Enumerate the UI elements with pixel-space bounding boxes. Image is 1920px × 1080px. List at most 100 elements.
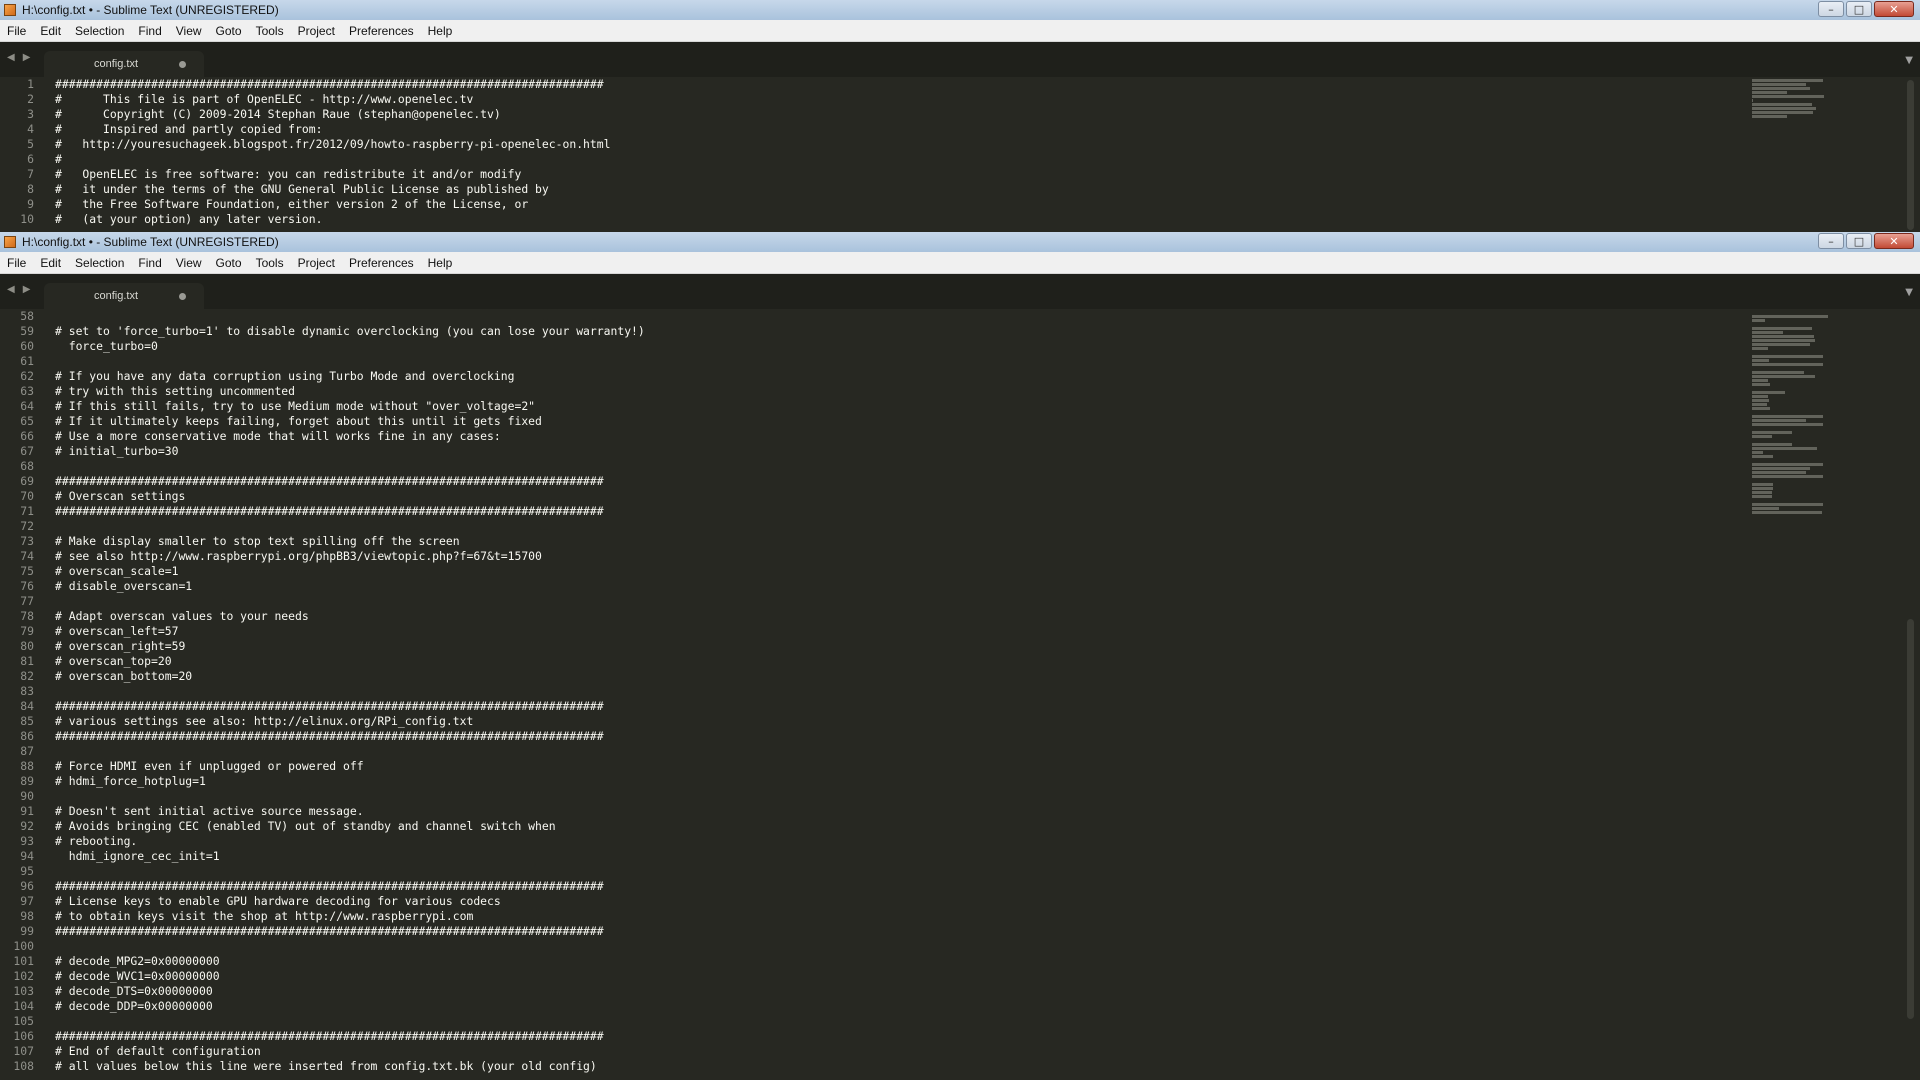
code-line[interactable]: 9 # the Free Software Foundation, either … — [0, 197, 1920, 212]
line-text[interactable]: # decode_DTS=0x00000000 — [34, 984, 213, 999]
code-line[interactable]: 76 # disable_overscan=1 — [0, 579, 1920, 594]
line-text[interactable]: # try with this setting uncommented — [34, 384, 295, 399]
line-text[interactable]: # Doesn't sent initial active source mes… — [34, 804, 364, 819]
code-line[interactable]: 62 # If you have any data corruption usin… — [0, 369, 1920, 384]
line-number[interactable]: 104 — [0, 999, 34, 1014]
menu-preferences[interactable]: Preferences — [342, 24, 421, 38]
line-text[interactable]: ########################################… — [34, 879, 604, 894]
line-text[interactable]: # decode_WVC1=0x00000000 — [34, 969, 220, 984]
menu-goto[interactable]: Goto — [209, 24, 249, 38]
code-line[interactable]: 1 #######################################… — [0, 77, 1920, 92]
line-number[interactable]: 88 — [0, 759, 34, 774]
line-number[interactable]: 72 — [0, 519, 34, 534]
code-line[interactable]: 106 #####################################… — [0, 1029, 1920, 1044]
line-number[interactable]: 95 — [0, 864, 34, 879]
close-button[interactable]: ✕ — [1874, 233, 1914, 249]
code-line[interactable]: 85 # various settings see also: http://el… — [0, 714, 1920, 729]
menu-edit[interactable]: Edit — [33, 24, 68, 38]
line-text[interactable]: # If this still fails, try to use Medium… — [34, 399, 535, 414]
line-text[interactable]: # the Free Software Foundation, either v… — [34, 197, 528, 212]
line-number[interactable]: 62 — [0, 369, 34, 384]
code-line[interactable]: 74 # see also http://www.raspberrypi.org/… — [0, 549, 1920, 564]
line-text[interactable]: # OpenELEC is free software: you can red… — [34, 167, 521, 182]
text-editor[interactable]: 1 #######################################… — [0, 77, 1920, 232]
line-text[interactable]: # Copyright (C) 2009-2014 Stephan Raue (… — [34, 107, 501, 122]
code-line[interactable]: 97 # License keys to enable GPU hardware … — [0, 894, 1920, 909]
line-text[interactable]: # set to 'force_turbo=1' to disable dyna… — [34, 324, 645, 339]
back-arrow-icon[interactable]: ◀ — [7, 52, 15, 63]
line-text[interactable]: # initial_turbo=30 — [34, 444, 178, 459]
line-text[interactable] — [34, 459, 55, 474]
tab-config-txt[interactable]: config.txt — [44, 51, 204, 77]
menu-project[interactable]: Project — [291, 24, 342, 38]
code-line[interactable]: 8 # it under the terms of the GNU General… — [0, 182, 1920, 197]
line-text[interactable]: ########################################… — [34, 77, 604, 92]
line-text[interactable]: # License keys to enable GPU hardware de… — [34, 894, 501, 909]
line-text[interactable]: # rebooting. — [34, 834, 137, 849]
line-number[interactable]: 91 — [0, 804, 34, 819]
menu-find[interactable]: Find — [131, 24, 168, 38]
line-text[interactable]: # decode_MPG2=0x00000000 — [34, 954, 220, 969]
line-number[interactable]: 94 — [0, 849, 34, 864]
code-line[interactable]: 84 ######################################… — [0, 699, 1920, 714]
line-number[interactable]: 100 — [0, 939, 34, 954]
line-number[interactable]: 75 — [0, 564, 34, 579]
forward-arrow-icon[interactable]: ▶ — [23, 52, 31, 63]
line-text[interactable]: # it under the terms of the GNU General … — [34, 182, 549, 197]
menu-find[interactable]: Find — [131, 256, 168, 270]
line-text[interactable]: # overscan_right=59 — [34, 639, 185, 654]
unsaved-dot-icon[interactable] — [179, 293, 186, 300]
code-line[interactable]: 86 ######################################… — [0, 729, 1920, 744]
tab-config-txt[interactable]: config.txt — [44, 283, 204, 309]
line-text[interactable]: # Make display smaller to stop text spil… — [34, 534, 460, 549]
line-number[interactable]: 59 — [0, 324, 34, 339]
line-number[interactable]: 82 — [0, 669, 34, 684]
code-line[interactable]: 105 — [0, 1014, 1920, 1029]
line-text[interactable] — [34, 939, 55, 954]
line-number[interactable]: 9 — [0, 197, 34, 212]
line-number[interactable]: 60 — [0, 339, 34, 354]
code-line[interactable]: 5 # http://youresuchageek.blogspot.fr/201… — [0, 137, 1920, 152]
line-number[interactable]: 89 — [0, 774, 34, 789]
unsaved-dot-icon[interactable] — [179, 61, 186, 68]
maximize-button[interactable]: □ — [1846, 1, 1872, 17]
menu-file[interactable]: File — [0, 256, 33, 270]
maximize-button[interactable]: □ — [1846, 233, 1872, 249]
code-line[interactable]: 59 # set to 'force_turbo=1' to disable dy… — [0, 324, 1920, 339]
code-line[interactable]: 4 # Inspired and partly copied from: — [0, 122, 1920, 137]
line-text[interactable] — [34, 744, 55, 759]
line-number[interactable]: 108 — [0, 1059, 34, 1074]
text-editor[interactable]: 58 59 # set to 'force_turbo=1' to disable … — [0, 309, 1920, 1080]
code-line[interactable]: 107 # End of default configuration — [0, 1044, 1920, 1059]
line-text[interactable] — [34, 519, 55, 534]
code-line[interactable]: 2 # This file is part of OpenELEC - http:… — [0, 92, 1920, 107]
line-number[interactable]: 76 — [0, 579, 34, 594]
code-line[interactable]: 95 — [0, 864, 1920, 879]
menu-selection[interactable]: Selection — [68, 24, 131, 38]
minimap[interactable] — [1752, 311, 1832, 515]
forward-arrow-icon[interactable]: ▶ — [23, 284, 31, 295]
line-text[interactable] — [34, 789, 55, 804]
line-number[interactable]: 61 — [0, 354, 34, 369]
code-line[interactable]: 102 # decode_WVC1=0x00000000 — [0, 969, 1920, 984]
line-number[interactable]: 101 — [0, 954, 34, 969]
code-line[interactable]: 90 — [0, 789, 1920, 804]
line-text[interactable]: # various settings see also: http://elin… — [34, 714, 473, 729]
chevron-down-icon[interactable]: ▼ — [1905, 287, 1913, 298]
line-number[interactable]: 66 — [0, 429, 34, 444]
line-text[interactable]: # Inspired and partly copied from: — [34, 122, 322, 137]
line-number[interactable]: 97 — [0, 894, 34, 909]
line-text[interactable]: # If it ultimately keeps failing, forget… — [34, 414, 542, 429]
line-number[interactable]: 86 — [0, 729, 34, 744]
line-text[interactable]: ########################################… — [34, 474, 604, 489]
line-number[interactable]: 78 — [0, 609, 34, 624]
line-text[interactable]: # Avoids bringing CEC (enabled TV) out o… — [34, 819, 556, 834]
line-text[interactable] — [34, 864, 55, 879]
line-text[interactable]: ########################################… — [34, 1029, 604, 1044]
line-number[interactable]: 58 — [0, 309, 34, 324]
line-text[interactable]: # overscan_bottom=20 — [34, 669, 192, 684]
code-line[interactable]: 64 # If this still fails, try to use Medi… — [0, 399, 1920, 414]
line-text[interactable] — [34, 594, 55, 609]
code-line[interactable]: 58 — [0, 309, 1920, 324]
line-text[interactable] — [34, 354, 55, 369]
